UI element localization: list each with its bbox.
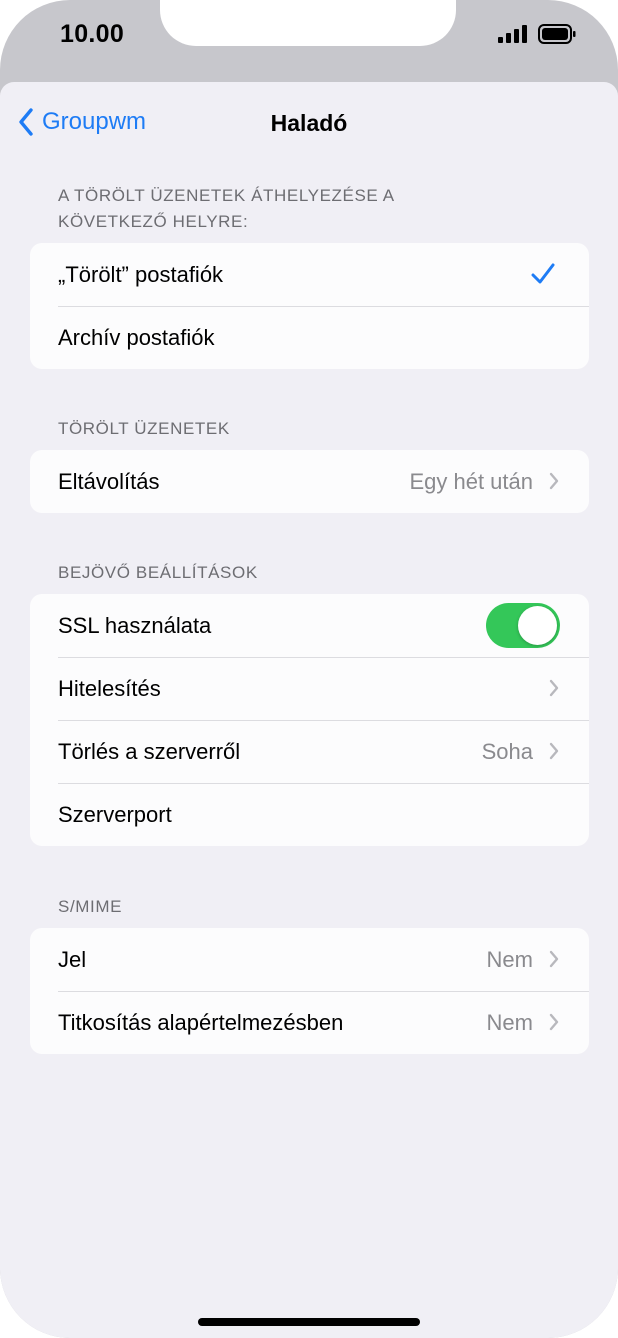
row-label: Törlés a szerverről (58, 738, 241, 764)
navigation-bar: Groupwm Haladó (0, 82, 618, 166)
incoming-settings-group: SSL használata Hitelesítés Törlés a szer… (30, 594, 589, 846)
row-value: Nem (486, 1009, 533, 1035)
status-bar: 10.00 (0, 0, 618, 82)
battery-icon (538, 24, 576, 44)
ssl-toggle[interactable] (486, 603, 560, 648)
row-value: Nem (486, 946, 533, 972)
row-label: SSL használata (58, 612, 212, 638)
page-title: Haladó (270, 110, 348, 136)
row-label: Titkosítás alapértelmezésben (58, 1009, 344, 1035)
row-delete-from-server[interactable]: Törlés a szerverről Soha (30, 720, 589, 783)
chevron-right-icon (549, 742, 559, 760)
row-label: Jel (58, 946, 87, 972)
deleted-messages-group: Eltávolítás Egy hét után (30, 450, 589, 513)
status-time: 10.00 (60, 20, 125, 48)
chevron-right-icon (549, 679, 559, 697)
row-label: „Törölt” postafiók (58, 261, 224, 287)
section-header-move-deleted: A TÖRÖLT ÜZENETEK ÁTHELYEZÉSE A KÖVETKEZ… (58, 186, 394, 231)
chevron-right-icon (549, 1013, 559, 1031)
row-sign[interactable]: Jel Nem (30, 928, 589, 991)
option-archive-mailbox[interactable]: Archív postafiók (30, 306, 589, 369)
smime-group: Jel Nem Titkosítás alapértelmezésben Nem (30, 928, 589, 1054)
notch (160, 0, 456, 46)
settings-screen: Groupwm Haladó A TÖRÖLT ÜZENETEK ÁTHELYE… (0, 82, 618, 1338)
status-icons (498, 24, 576, 44)
row-authentication[interactable]: Hitelesítés (30, 657, 589, 720)
home-indicator[interactable] (198, 1318, 420, 1326)
checkmark-icon (531, 263, 555, 284)
row-value: Egy hét után (409, 468, 533, 494)
row-label: Hitelesítés (58, 675, 161, 701)
move-deleted-group: „Törölt” postafiók Archív postafiók (30, 243, 589, 369)
section-header-deleted-messages: TÖRÖLT ÜZENETEK (58, 419, 230, 438)
option-deleted-mailbox[interactable]: „Törölt” postafiók (30, 243, 589, 306)
section-header-smime: S/MIME (58, 897, 123, 916)
row-label: Archív postafiók (58, 324, 215, 350)
row-remove[interactable]: Eltávolítás Egy hét után (30, 450, 589, 513)
row-value: Soha (481, 738, 533, 764)
toggle-knob (518, 606, 557, 645)
row-server-port[interactable]: Szerverport (30, 783, 589, 846)
row-use-ssl: SSL használata (30, 594, 589, 657)
phone-frame: 10.00 Groupwm Haladó A TÖRÖLT ÜZENETEK Á… (0, 0, 618, 1338)
cellular-signal-icon (498, 25, 527, 43)
chevron-right-icon (549, 950, 559, 968)
row-label: Szerverport (58, 801, 172, 827)
row-label: Eltávolítás (58, 468, 160, 494)
chevron-right-icon (549, 472, 559, 490)
section-header-incoming: BEJÖVŐ BEÁLLÍTÁSOK (58, 563, 258, 582)
row-encrypt-by-default[interactable]: Titkosítás alapértelmezésben Nem (30, 991, 589, 1054)
